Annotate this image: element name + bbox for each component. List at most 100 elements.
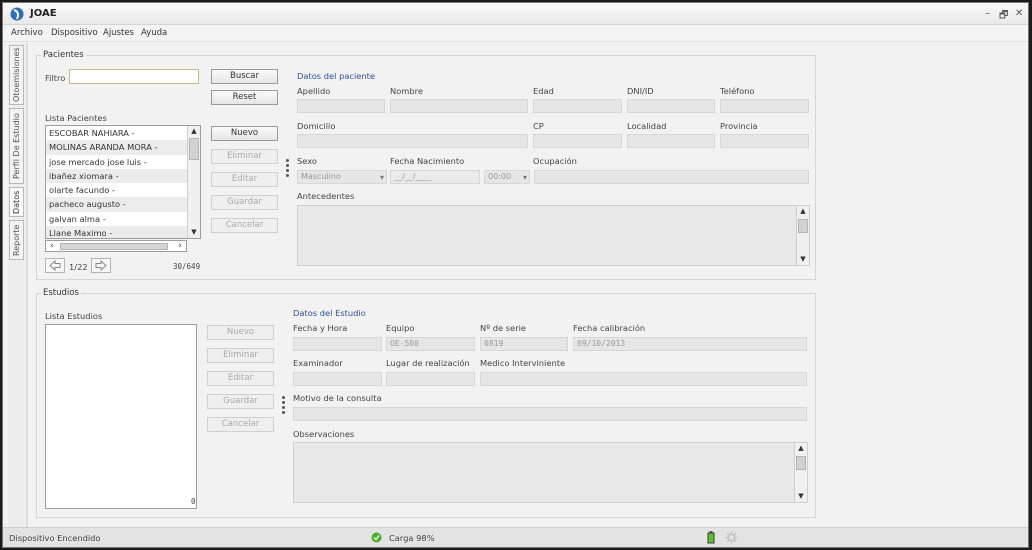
equipo-field[interactable]: OE-500 xyxy=(386,337,475,351)
sexo-value: Masculino xyxy=(301,172,341,181)
nuevo-estudio-button[interactable]: Nuevo xyxy=(207,325,274,340)
cancelar-estudio-button[interactable]: Cancelar xyxy=(207,417,274,432)
guardar-estudio-button[interactable]: Guardar xyxy=(207,394,274,409)
scroll-down-icon[interactable]: ▼ xyxy=(797,254,809,265)
antecedentes-textarea[interactable]: ▲ ▼ xyxy=(297,205,810,266)
estudios-legend: Estudios xyxy=(41,288,81,298)
arrow-left-icon xyxy=(49,259,61,272)
eliminar-paciente-button[interactable]: Eliminar xyxy=(211,149,278,164)
hora-select[interactable]: 00:00 ▾ xyxy=(484,170,530,184)
menu-ajustes[interactable]: Ajustes xyxy=(103,28,134,38)
sexo-label: Sexo xyxy=(297,156,317,166)
domicilio-field[interactable] xyxy=(297,134,528,148)
restore-button[interactable]: 🗗 xyxy=(999,8,1008,25)
cp-label: CP xyxy=(533,121,544,131)
list-item[interactable]: jose mercado jose luis - xyxy=(46,155,200,169)
scroll-down-icon[interactable]: ▼ xyxy=(188,227,200,238)
apellido-field[interactable] xyxy=(297,99,385,113)
fecha-hora-field[interactable] xyxy=(293,337,382,351)
fecha-hora-label: Fecha y Hora xyxy=(293,323,348,333)
medico-field[interactable] xyxy=(480,372,807,386)
cp-field[interactable] xyxy=(533,134,622,148)
buscar-button[interactable]: Buscar xyxy=(211,69,278,84)
scroll-thumb[interactable] xyxy=(796,456,806,470)
list-item[interactable]: MOLINAS ARANDA MORA - xyxy=(46,140,200,155)
ocupacion-label: Ocupación xyxy=(533,156,577,166)
lugar-field[interactable] xyxy=(386,372,475,386)
filtro-label: Filtro xyxy=(45,73,66,83)
pacientes-vscrollbar[interactable]: ▲ ▼ xyxy=(187,126,200,238)
prev-page-button[interactable] xyxy=(45,258,65,273)
scroll-left-icon[interactable]: ‹ xyxy=(46,241,58,251)
datos-estudio-title: Datos del Estudio xyxy=(293,308,366,318)
nuevo-paciente-button[interactable]: Nuevo xyxy=(211,126,278,141)
menu-dispositivo[interactable]: Dispositivo xyxy=(51,28,98,38)
tab-reporte[interactable]: Reporte xyxy=(9,220,24,260)
localidad-field[interactable] xyxy=(627,134,715,148)
scroll-thumb[interactable] xyxy=(798,219,808,233)
minimize-button[interactable]: – xyxy=(985,8,990,19)
nombre-label: Nombre xyxy=(390,86,423,96)
reset-button[interactable]: Reset xyxy=(211,90,278,105)
edad-label: Edad xyxy=(533,86,554,96)
calibracion-label: Fecha calibración xyxy=(573,323,646,333)
eliminar-estudio-button[interactable]: Eliminar xyxy=(207,348,274,363)
pacientes-hscrollbar[interactable]: ‹ › xyxy=(45,240,187,252)
antecedentes-scrollbar[interactable]: ▲ ▼ xyxy=(796,206,809,265)
editar-estudio-button[interactable]: Editar xyxy=(207,371,274,386)
hscroll-thumb[interactable] xyxy=(60,243,168,250)
lista-pacientes-label: Lista Pacientes xyxy=(45,113,107,123)
telefono-field[interactable] xyxy=(720,99,809,113)
list-item[interactable]: olarte facundo - xyxy=(46,183,200,197)
datos-paciente-title: Datos del paciente xyxy=(297,71,376,81)
gear-icon[interactable] xyxy=(725,531,738,544)
cancelar-paciente-button[interactable]: Cancelar xyxy=(211,218,278,233)
scroll-up-icon[interactable]: ▲ xyxy=(795,443,807,454)
serie-field[interactable]: 0819 xyxy=(480,337,568,351)
filtro-input[interactable] xyxy=(69,69,199,84)
localidad-label: Localidad xyxy=(627,121,667,131)
observaciones-textarea[interactable]: ▲ ▼ xyxy=(293,442,808,503)
scroll-up-icon[interactable]: ▲ xyxy=(188,126,200,137)
app-title: JOAE xyxy=(30,8,57,19)
ocupacion-field[interactable] xyxy=(534,170,809,184)
domicilio-label: Domicilio xyxy=(297,121,336,131)
menu-archivo[interactable]: Archivo xyxy=(11,28,43,38)
list-item[interactable]: galvan alma - xyxy=(46,212,200,226)
close-button[interactable]: ✕ xyxy=(1015,8,1023,19)
patient-count: 30/649 xyxy=(173,262,201,271)
editar-paciente-button[interactable]: Editar xyxy=(211,172,278,187)
chevron-down-icon: ▾ xyxy=(379,173,384,182)
calibracion-field[interactable]: 09/10/2013 xyxy=(573,337,807,351)
lugar-label: Lugar de realización xyxy=(386,358,470,368)
guardar-paciente-button[interactable]: Guardar xyxy=(211,195,278,210)
sexo-select[interactable]: Masculino ▾ xyxy=(297,170,387,184)
provincia-field[interactable] xyxy=(720,134,809,148)
menu-bar: Archivo Dispositivo Ajustes Ayuda xyxy=(3,25,1028,42)
list-item[interactable]: ESCOBAR NAHIARA - xyxy=(46,126,200,140)
equipo-label: Equipo xyxy=(386,323,415,333)
observaciones-scrollbar[interactable]: ▲ ▼ xyxy=(794,443,807,502)
scroll-up-icon[interactable]: ▲ xyxy=(797,206,809,217)
next-page-button[interactable] xyxy=(91,258,111,273)
scroll-right-icon[interactable]: › xyxy=(174,241,186,251)
list-item[interactable]: Llane Maximo - xyxy=(46,225,200,238)
estudios-list[interactable] xyxy=(45,324,197,509)
tab-perfil-de-estudio[interactable]: Perfil De Estudio xyxy=(9,108,24,184)
list-item[interactable]: pacheco augusto - xyxy=(46,197,200,212)
splitter-handle[interactable] xyxy=(286,159,289,179)
nombre-field[interactable] xyxy=(390,99,528,113)
menu-ayuda[interactable]: Ayuda xyxy=(141,28,167,38)
list-item[interactable]: ibañez xiomara - xyxy=(46,168,200,183)
tab-otoemisiones[interactable]: Otoemisiones xyxy=(9,45,24,105)
examinador-field[interactable] xyxy=(293,372,382,386)
splitter-handle[interactable] xyxy=(282,396,285,416)
edad-field[interactable] xyxy=(533,99,622,113)
scroll-thumb[interactable] xyxy=(189,138,199,160)
pacientes-list[interactable]: ESCOBAR NAHIARA - MOLINAS ARANDA MORA - … xyxy=(45,125,201,239)
scroll-down-icon[interactable]: ▼ xyxy=(795,491,807,502)
dni-field[interactable] xyxy=(627,99,715,113)
tab-datos[interactable]: Datos xyxy=(9,187,24,217)
motivo-field[interactable] xyxy=(293,407,807,421)
fecha-nacimiento-field[interactable]: __/__/____ xyxy=(390,170,480,184)
